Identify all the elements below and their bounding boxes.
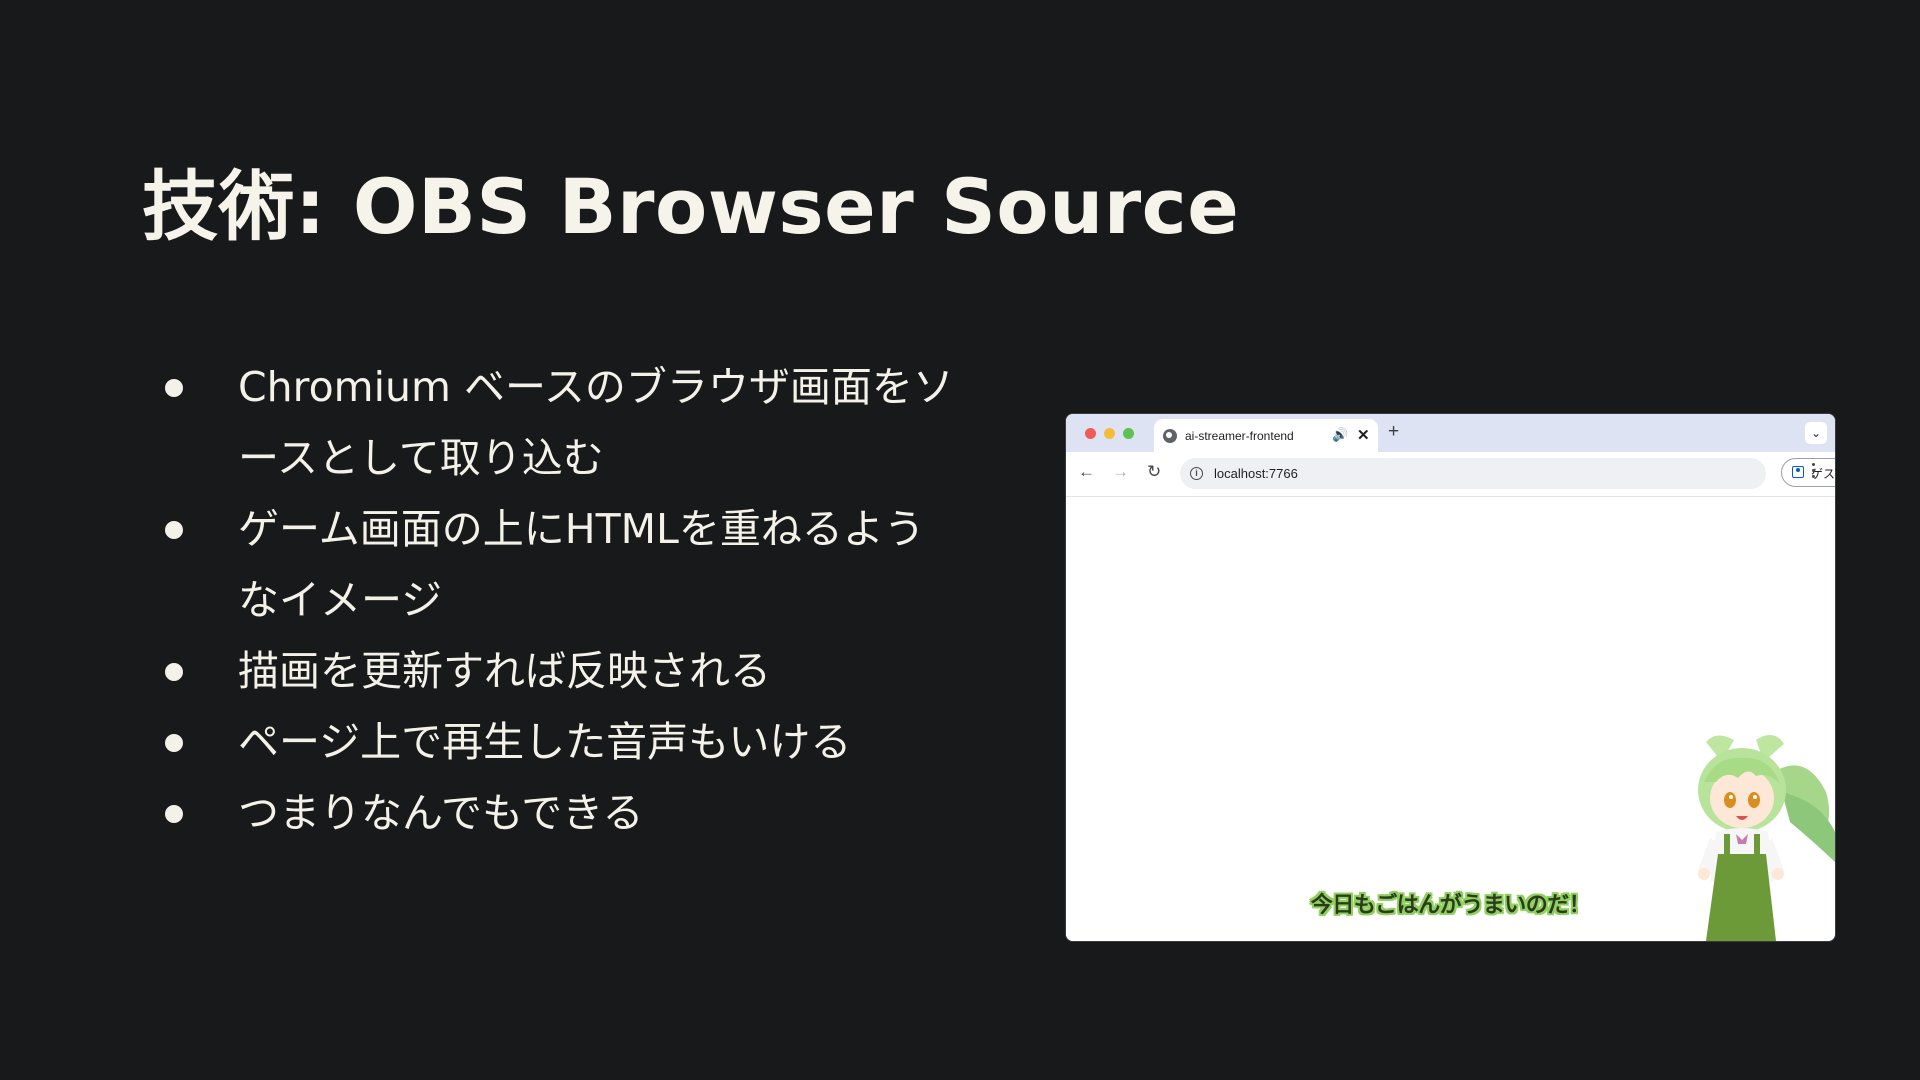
bullet-item: 描画を更新すれば反映される (160, 636, 960, 707)
slide-title: 技術: OBS Browser Source (142, 162, 1240, 251)
bullet-item: Chromium ベースのブラウザ画面をソースとして取り込む (160, 352, 960, 494)
bullet-dot-icon (165, 663, 183, 681)
reload-icon[interactable]: ↻ (1147, 462, 1161, 482)
bullet-dot-icon (165, 805, 183, 823)
globe-icon (1163, 429, 1177, 443)
close-window-button[interactable] (1085, 428, 1096, 439)
bullet-dot-icon (165, 734, 183, 752)
arrow-right-icon[interactable]: → (1112, 462, 1129, 482)
browser-window: ai-streamer-frontend 🔊 ✕ + ⌄ ← → ↻ i loc… (1066, 414, 1835, 941)
bullet-item: つまりなんでもできる (160, 778, 960, 849)
bullet-text: ページ上で再生した音声もいける (238, 718, 852, 766)
page-viewport: 今日もごはんがうまいのだ！ (1066, 497, 1835, 941)
subtitle-caption: 今日もごはんがうまいのだ！ (1310, 893, 1591, 918)
new-tab-button[interactable]: + (1388, 421, 1399, 443)
speaker-icon[interactable]: 🔊 (1332, 427, 1348, 443)
bullet-list: Chromium ベースのブラウザ画面をソースとして取り込む ゲーム画面の上にH… (160, 352, 960, 849)
bullet-text: Chromium ベースのブラウザ画面をソースとして取り込む (238, 363, 954, 482)
bullet-text: ゲーム画面の上にHTMLを重ねるようなイメージ (238, 505, 925, 624)
guest-profile-button[interactable]: ゲスト (1781, 458, 1835, 487)
tab-title: ai-streamer-frontend (1185, 429, 1294, 443)
bullet-text: 描画を更新すれば反映される (238, 647, 771, 695)
more-vert-icon[interactable] (1812, 463, 1816, 481)
maximize-window-button[interactable] (1123, 428, 1134, 439)
close-icon[interactable]: ✕ (1357, 426, 1370, 444)
tab-bar: ai-streamer-frontend 🔊 ✕ + ⌄ (1066, 414, 1835, 452)
bullet-dot-icon (165, 379, 183, 397)
bullet-item: ページ上で再生した音声もいける (160, 707, 960, 778)
arrow-left-icon[interactable]: ← (1078, 462, 1095, 482)
profile-icon (1792, 466, 1804, 478)
tab-ai-streamer-frontend[interactable]: ai-streamer-frontend 🔊 ✕ (1154, 419, 1378, 452)
info-icon[interactable]: i (1190, 467, 1203, 480)
bullet-dot-icon (165, 521, 183, 539)
url-text[interactable]: localhost:7766 (1214, 466, 1298, 481)
browser-toolbar: ← → ↻ i localhost:7766 ゲスト (1066, 452, 1835, 497)
chevron-down-icon[interactable]: ⌄ (1805, 422, 1827, 444)
minimize-window-button[interactable] (1104, 428, 1115, 439)
bullet-text: つまりなんでもできる (238, 789, 644, 837)
address-bar[interactable]: i localhost:7766 (1180, 458, 1766, 489)
slide: 技術: OBS Browser Source Chromium ベースのブラウザ… (0, 0, 1920, 1080)
bullet-item: ゲーム画面の上にHTMLを重ねるようなイメージ (160, 494, 960, 636)
